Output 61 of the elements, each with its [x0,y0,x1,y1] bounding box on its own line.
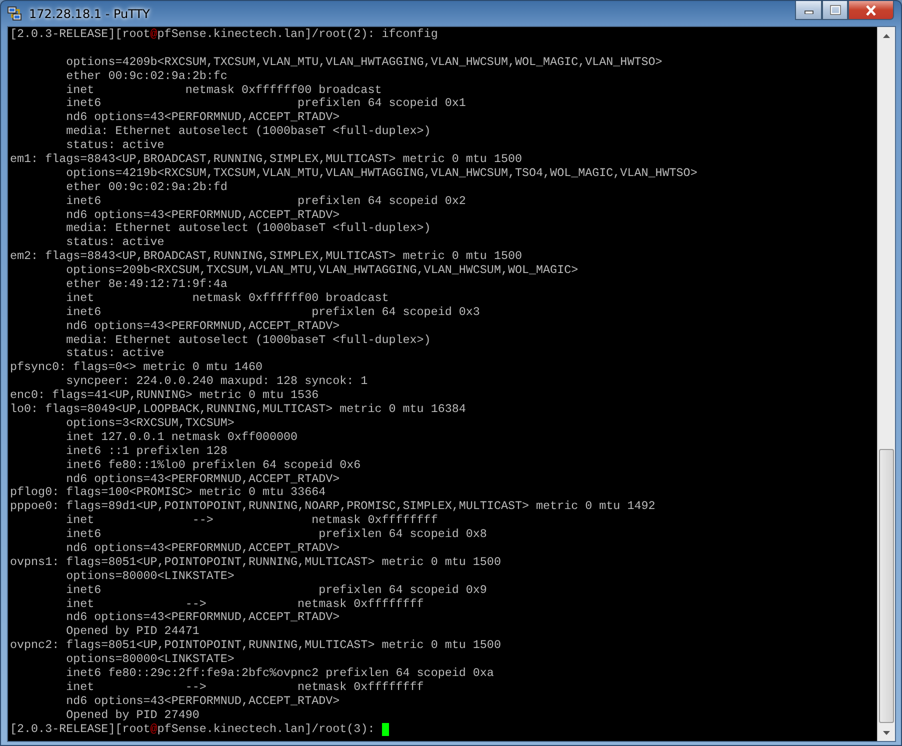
terminal-line: nd6 options=43<PERFORMNUD,ACCEPT_RTADV> [65,611,340,626]
terminal-line: inet6 prefixlen 64 scopeid 0x2 [65,194,466,209]
down-arrow-icon[interactable] [883,730,890,734]
terminal-line: nd6 options=43<PERFORMNUD,ACCEPT_RTADV> [65,208,340,222]
terminal-line: syncpeer: 224.0.0.240 maxupd: 128 syncok: 1 [65,375,368,390]
terminal-line: options=4209b<RXCSUM,TXCSUM,VLAN_MTU,VLAN_HWTAGGING,VLAN_HWCSUM,WOL_MAGIC,VLAN_HWTSO> [65,56,662,70]
terminal-line: options=3<RXCSUM,TXCSUM> [65,416,234,431]
terminal-line: nd6 options=43<PERFORMNUD,ACCEPT_RTADV> [65,694,340,709]
terminal-line: em1: flags=8843<UP,BROADCAST,RUNNING,SIMPLEX,MULTICAST> metric 0 mtu 1500 [10,153,522,167]
terminal-line: media: Ethernet autoselect (1000baseT <full-duplex>) [65,334,431,348]
terminal-line: options=209b<RXCSUM,TXCSUM,VLAN_MTU,VLAN_HWTAGGING,VLAN_HWCSUM,WOL_MAGIC> [65,264,578,278]
terminal-line: inet6 prefixlen 64 scopeid 0x3 [65,306,480,320]
terminal-line: options=4219b<RXCSUM,TXCSUM,VLAN_MTU,VLAN_HWTAGGING,VLAN_HWCSUM,TSO4,WOL_MAGIC,VLAN_HWTSO> [65,166,698,181]
terminal-line: pfsync0: flags=0<> metric 0 mtu 1460 [10,361,262,376]
window-title: 172.28.18.1 - PuTTY [29,6,151,20]
terminal-line: inet6 fe80::29c:2ff:fe9a:2bfc%ovpnc2 prefixlen 64 scopeid 0xa [65,666,494,681]
terminal-line: options=80000<LINKSTATE> [65,570,234,584]
terminal-line: inet netmask 0xffffff00 broadcast [65,84,382,98]
close-button[interactable] [848,1,894,20]
terminal-line: inet 127.0.0.1 netmask 0xff000000 [65,430,298,445]
close-icon [865,4,877,16]
prompt-line: [2.0.3-RELEASE][root@pfSense.kinectech.lan]/root(3): [10,722,376,736]
terminal-line: em2: flags=8843<UP,BROADCAST,RUNNING,SIMPLEX,MULTICAST> metric 0 mtu 1500 [10,250,522,264]
terminal-line: ether 8e:49:12:71:9f:4a [65,278,228,292]
terminal-line: pppoe0: flags=89d1<UP,POINTOPOINT,RUNNING,NOARP,PROMISC,SIMPLEX,MULTICAST> metric 0 mtu 1492 [10,500,656,514]
terminal-line: inet6 prefixlen 64 scopeid 0x1 [65,97,466,112]
terminal-line: options=80000<LINKSTATE> [65,653,234,667]
terminal-line: inet --> netmask 0xffffffff [65,680,424,695]
prompt-line: [2.0.3-RELEASE][root@pfSense.kinectech.lan]/root(2): ifconfig [10,28,438,42]
terminal-line: media: Ethernet autoselect (1000baseT <full-duplex>) [65,125,431,140]
terminal-line: ovpns1: flags=8051<UP,POINTOPOINT,RUNNING,MULTICAST> metric 0 mtu 1500 [10,556,501,570]
terminal-line: nd6 options=43<PERFORMNUD,ACCEPT_RTADV> [65,472,340,486]
terminal-line: nd6 options=43<PERFORMNUD,ACCEPT_RTADV> [65,320,340,334]
terminal-line: status: active [65,347,164,362]
up-arrow-icon[interactable] [883,34,890,38]
terminal-line: status: active [65,236,164,250]
terminal-line: enc0: flags=41<UP,RUNNING> metric 0 mtu 1536 [10,389,319,404]
computers-icon [7,6,23,22]
terminal-line: nd6 options=43<PERFORMNUD,ACCEPT_RTADV> [65,542,340,556]
terminal-line: ether 00:9c:02:9a:2b:fd [65,180,228,195]
maximize-icon [830,5,840,15]
terminal-line: media: Ethernet autoselect (1000baseT <full-duplex>) [65,222,431,236]
terminal-line: inet --> netmask 0xffffffff [65,514,438,528]
terminal-line: lo0: flags=8049<UP,LOOPBACK,RUNNING,MULTICAST> metric 0 mtu 16384 [10,403,466,417]
terminal-line: status: active [65,139,164,154]
terminal-line: ovpnc2: flags=8051<UP,POINTOPOINT,RUNNING,MULTICAST> metric 0 mtu 1500 [10,639,501,654]
terminal-line: ether 00:9c:02:9a:2b:fc [65,70,228,84]
terminal-line: inet6 ::1 prefixlen 128 [65,444,228,459]
terminal-line: Opened by PID 24471 [65,625,200,640]
scrollbar-thumb[interactable] [879,449,894,723]
terminal-line: inet --> netmask 0xffffffff [65,598,424,612]
terminal-line: Opened by PID 27490 [65,708,200,723]
maximize-button[interactable] [822,1,848,20]
terminal-line: inet netmask 0xffffff00 broadcast [65,292,389,306]
terminal-line: inet6 prefixlen 64 scopeid 0x8 [65,528,487,542]
terminal-line: pflog0: flags=100<PROMISC> metric 0 mtu 33664 [10,486,326,500]
terminal-line: nd6 options=43<PERFORMNUD,ACCEPT_RTADV> [65,111,340,126]
terminal-line: inet6 fe80::1%lo0 prefixlen 64 scopeid 0x6 [65,458,361,473]
scrollbar[interactable] [877,27,895,741]
terminal-line: inet6 prefixlen 64 scopeid 0x9 [65,584,487,598]
minimize-button[interactable] [795,1,822,20]
